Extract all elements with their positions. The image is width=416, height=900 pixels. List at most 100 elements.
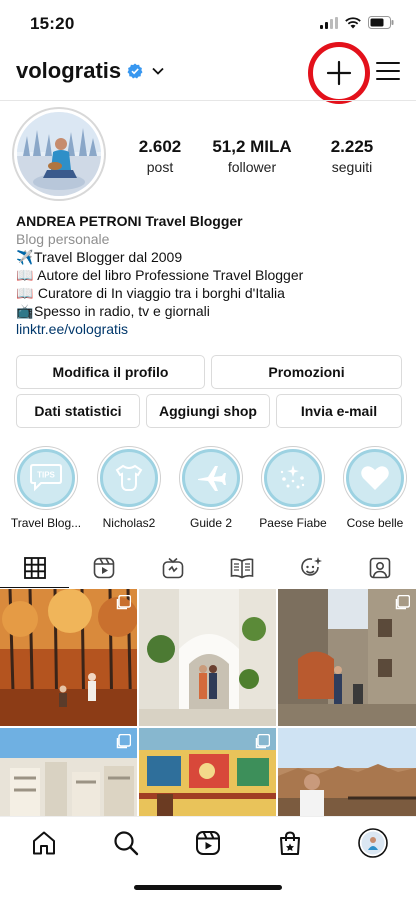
bio-text: Curatore di In viaggio tra i borghi d'It… [34,285,285,301]
promotions-button[interactable]: Promozioni [211,355,402,389]
tips-speech-bubble-icon: TIPS [30,464,62,492]
grid-icon [23,556,46,579]
igtv-icon [162,557,183,579]
profile-bio: ANDREA PETRONI Travel Blogger Blog perso… [16,212,406,338]
hamburger-menu-icon[interactable] [376,60,400,82]
stat-label: post [146,159,174,175]
sparkle-snow-globe-icon [280,465,305,489]
profile-actions-row-2: Dati statistici Aggiungi shop Invia e-ma… [16,394,402,428]
highlight-ring [343,446,407,510]
wifi-icon [345,16,361,28]
profile-avatar [358,828,388,858]
highlight-ring [97,446,161,510]
header-divider [0,100,416,101]
chevron-down-icon [152,67,164,75]
profile-photo [17,112,101,196]
bio-line: 📖 Autore del libro Professione Travel Bl… [16,266,406,284]
reels-icon [196,831,220,855]
multi-post-icon [395,595,410,610]
highlight-paese-fiabe[interactable]: Paese Fiabe [252,446,334,530]
highlight-label: Nicholas2 [102,516,156,530]
stat-posts[interactable]: 2.602 post [126,137,194,175]
baby-bodysuit-icon [115,464,143,491]
grid-post-white-village[interactable] [139,589,276,726]
status-bar: 15:20 [0,0,416,46]
book-emoji-icon: 📖 [16,285,34,301]
stat-value: 2.225 [330,137,374,156]
nav-search[interactable] [112,829,140,857]
tagged-icon [369,557,390,579]
edit-profile-button[interactable]: Modifica il profilo [16,355,205,389]
tab-tagged[interactable] [345,548,414,588]
tab-effects[interactable] [276,548,345,588]
account-switcher[interactable]: vologratis [16,58,165,84]
highlight-ring [179,446,243,510]
tab-igtv[interactable] [138,548,207,588]
grid-post-city-panorama[interactable] [278,728,416,816]
tab-grid[interactable] [0,548,69,588]
battery-icon [368,16,394,29]
grid-post-painted-houses[interactable] [139,728,276,816]
heart-icon [361,466,389,490]
highlight-ring [261,446,325,510]
profile-actions-row-1: Modifica il profilo Promozioni [16,355,402,389]
reels-icon [93,557,114,579]
tab-reels[interactable] [69,548,138,588]
status-time: 15:20 [30,14,75,33]
home-indicator [134,885,282,890]
profile-avatar[interactable] [12,107,106,201]
story-highlights: TIPS Travel Blog... Nicholas2 Guide 2 Pa… [0,446,416,536]
highlight-nicholas[interactable]: Nicholas2 [88,446,170,530]
highlight-label: Travel Blog... [10,516,82,530]
grid-post-stone-alley[interactable] [278,589,416,726]
stat-label: follower [227,159,277,175]
profile-content-tabs [0,548,416,588]
grid-post-autumn-forest[interactable] [0,589,137,726]
highlight-ring: TIPS [14,446,78,510]
grid-post-seaside-town[interactable] [0,728,137,816]
nav-shop[interactable] [276,829,304,857]
profile-stats: 2.602 post 51,2 MILA follower 2.225 segu… [126,137,416,175]
stat-followers[interactable]: 51,2 MILA follower [204,137,300,175]
multi-post-icon [116,734,131,749]
bio-line: ✈️Travel Blogger dal 2009 [16,248,406,266]
home-icon [33,831,55,855]
stat-following[interactable]: 2.225 seguiti [312,137,392,175]
bio-text: Travel Blogger dal 2009 [34,249,183,265]
book-emoji-icon: 📖 [16,267,34,283]
svg-text:TIPS: TIPS [37,471,55,480]
bio-text: Autore del libro Professione Travel Blog… [34,267,304,283]
profile-name: ANDREA PETRONI Travel Blogger [16,213,243,229]
insights-button[interactable]: Dati statistici [16,394,140,428]
highlight-travel-blog[interactable]: TIPS Travel Blog... [5,446,87,530]
nav-reels[interactable] [194,829,222,857]
highlight-label: Cose belle [346,516,404,530]
verified-badge-icon [127,63,143,79]
create-new-post-button[interactable] [308,42,370,104]
effects-icon [300,557,322,576]
profile-category: Blog personale [16,231,110,247]
profile-header-bar: vologratis [0,42,416,104]
signal-icon [320,16,338,29]
tab-guides[interactable] [207,548,276,588]
add-shop-button[interactable]: Aggiungi shop [146,394,270,428]
highlight-label: Guide 2 [189,516,233,530]
bio-line: 📺Spesso in radio, tv e giornali [16,302,406,320]
airplane-emoji-icon: ✈️ [16,249,34,265]
shop-icon [280,831,300,855]
search-icon [114,831,139,856]
email-button[interactable]: Invia e-mail [276,394,402,428]
stat-label: seguiti [331,159,373,175]
bio-line: 📖 Curatore di In viaggio tra i borghi d'… [16,284,406,302]
guides-icon [230,558,253,579]
highlight-guide[interactable]: Guide 2 [170,446,252,530]
bottom-navigation [0,816,416,868]
tv-emoji-icon: 📺 [16,303,34,319]
highlight-cose-belle[interactable]: Cose belle [334,446,416,530]
bio-text: Spesso in radio, tv e giornali [34,303,210,319]
profile-link[interactable]: linktr.ee/vologratis [16,320,406,338]
nav-home[interactable] [30,829,58,857]
plus-icon [326,60,352,86]
highlight-label: Paese Fiabe [259,516,327,530]
nav-profile[interactable] [358,828,388,858]
